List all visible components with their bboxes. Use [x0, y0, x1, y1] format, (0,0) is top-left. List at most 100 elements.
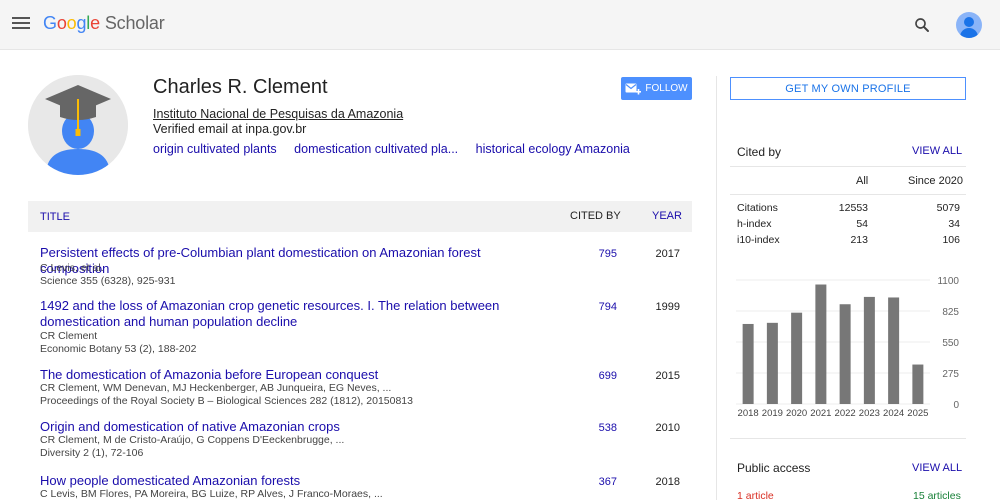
article-publication: Proceedings of the Royal Society B – Bio…	[40, 395, 413, 407]
article-publication: Diversity 2 (1), 72-106	[40, 447, 144, 459]
cited-by-header[interactable]: CITED BY	[570, 210, 621, 222]
article-title-line: 1492 and the loss of Amazonian crop gene…	[40, 298, 500, 313]
stat-h-index-all: 54	[856, 218, 868, 230]
chart-bar-2025[interactable]	[912, 364, 924, 404]
article-title-link[interactable]: Persistent effects of pre-Columbian plan…	[40, 245, 540, 277]
stat-label-h-index: h-index	[737, 218, 772, 230]
article-publication: Economic Botany 53 (2), 188-202	[40, 343, 197, 355]
follow-button-label: FOLLOW	[645, 83, 688, 94]
stats-col-all: All	[856, 175, 869, 187]
chart-x-tick-label: 2025	[907, 408, 928, 419]
get-my-own-profile-button[interactable]: GET MY OWN PROFILE	[730, 77, 966, 100]
stat-h-index-since: 34	[948, 218, 960, 230]
article-title-line: Persistent effects of pre-Columbian plan…	[40, 245, 481, 276]
chart-bar-2022[interactable]	[839, 304, 851, 404]
sidebar-divider	[716, 76, 717, 500]
chart-x-tick-label: 2018	[738, 408, 759, 419]
articles-table-header: TITLE CITED BY YEAR	[28, 201, 692, 232]
chart-y-tick-label: 275	[942, 369, 959, 380]
chart-x-tick-label: 2020	[786, 408, 807, 419]
chart-x-tick-label: 2022	[835, 408, 856, 419]
top-bar: Google Scholar	[0, 0, 1000, 50]
avatar-head-shape	[964, 17, 974, 27]
stat-citations-all: 12553	[838, 202, 868, 214]
chart-x-tick-label: 2019	[762, 408, 783, 419]
article-authors: CR Clement, WM Denevan, MJ Heckenberger,…	[40, 382, 392, 394]
article-year: 2010	[655, 422, 680, 434]
article-title-line: How people domesticated Amazonian forest…	[40, 473, 301, 488]
chart-bar-2023[interactable]	[863, 296, 875, 404]
article-title-line: The domestication of Amazonia before Eur…	[40, 367, 379, 382]
article-cited-by-count[interactable]: 367	[583, 476, 617, 488]
profile-name: Charles R. Clement	[153, 76, 328, 98]
article-cited-by-count[interactable]: 795	[583, 248, 617, 260]
article-cited-by-count[interactable]: 538	[583, 422, 617, 434]
article-cited-by-count[interactable]: 699	[583, 370, 617, 382]
chart-x-tick-label: 2023	[859, 408, 880, 419]
article-authors: CR Clement	[40, 330, 98, 342]
chart-y-tick-label: 0	[953, 400, 959, 411]
article-title-link[interactable]: Origin and domestication of native Amazo…	[40, 419, 540, 435]
stat-citations-since: 5079	[936, 202, 960, 214]
stat-label-i10-index: i10-index	[737, 234, 780, 246]
article-year: 2015	[655, 370, 680, 382]
logo-letter-3: o	[66, 13, 77, 33]
stat-i10-index-since: 106	[942, 234, 960, 246]
article-authors: CR Clement, M de Cristo-Araújo, G Coppen…	[40, 434, 345, 446]
stat-i10-index-all: 213	[850, 234, 868, 246]
cited-by-view-all-link[interactable]: VIEW ALL	[912, 145, 962, 157]
article-cited-by-count[interactable]: 794	[583, 301, 617, 313]
chart-y-tick-label: 1100	[937, 276, 959, 287]
sort-by-title-header[interactable]: TITLE	[40, 211, 70, 223]
public-access-not-available[interactable]: 1 article	[737, 490, 774, 502]
menu-icon[interactable]	[12, 14, 30, 32]
article-title-line: Origin and domestication of native Amazo…	[40, 419, 340, 434]
google-scholar-logo[interactable]: Google Scholar	[43, 13, 165, 34]
divider	[730, 194, 966, 195]
divider	[730, 166, 966, 167]
stat-label-citations: Citations	[737, 202, 778, 214]
chart-bar-2021[interactable]	[815, 284, 827, 404]
logo-product-name: Scholar	[104, 13, 165, 33]
article-publication: Science 355 (6328), 925-931	[40, 275, 176, 287]
article-year: 1999	[655, 301, 680, 313]
article-year: 2017	[655, 248, 680, 260]
citations-per-year-chart: 110082555027502018 2019 2020 2021 2022 2023 20…	[736, 276, 959, 419]
chart-bar-2020[interactable]	[791, 312, 803, 404]
article-authors: C Levis, et al.	[40, 262, 104, 274]
chart-x-tick-label: 2024	[883, 408, 904, 419]
divider	[730, 438, 966, 439]
sort-by-year-header[interactable]: YEAR	[652, 210, 682, 222]
mail-plus-icon	[625, 83, 642, 94]
avatar-body-shape	[960, 28, 978, 38]
account-avatar[interactable]	[956, 12, 982, 38]
public-access-view-all-link[interactable]: VIEW ALL	[912, 462, 962, 474]
follow-button[interactable]: FOLLOW	[621, 77, 692, 100]
logo-letter-2: o	[56, 13, 67, 33]
chart-y-tick-label: 550	[942, 338, 959, 349]
search-icon[interactable]	[913, 16, 931, 34]
article-year: 2018	[655, 476, 680, 488]
chart-bar-2018[interactable]	[742, 323, 754, 404]
interest-link-3[interactable]: historical ecology Amazonia	[476, 142, 630, 156]
article-title-line: domestication and human population decli…	[40, 314, 298, 329]
chart-x-tick-label: 2021	[810, 408, 831, 419]
profile-affiliation-link[interactable]: Instituto Nacional de Pesquisas da Amazo…	[153, 107, 403, 121]
public-access-heading: Public access	[737, 461, 811, 475]
public-access-available[interactable]: 15 articles	[913, 490, 961, 502]
interest-link-1[interactable]: origin cultivated plants	[153, 142, 277, 156]
chart-bar-2024[interactable]	[888, 297, 900, 404]
graduate-avatar-icon	[28, 75, 128, 175]
stats-col-since: Since 2020	[908, 175, 964, 187]
chart-y-tick-label: 825	[942, 307, 959, 318]
article-authors: C Levis, BM Flores, PA Moreira, BG Luize…	[40, 488, 383, 500]
chart-bar-2019[interactable]	[766, 322, 778, 404]
article-title-link[interactable]: How people domesticated Amazonian forest…	[40, 473, 540, 489]
logo-letter-6: e	[90, 13, 100, 33]
article-title-link[interactable]: 1492 and the loss of Amazonian crop gene…	[40, 298, 540, 330]
interest-link-2[interactable]: domestication cultivated pla...	[294, 142, 458, 156]
profile-verified-email: Verified email at inpa.gov.br	[153, 122, 307, 136]
logo-letter-1: G	[43, 13, 57, 33]
article-title-link[interactable]: The domestication of Amazonia before Eur…	[40, 367, 540, 383]
profile-photo-placeholder	[28, 75, 128, 175]
